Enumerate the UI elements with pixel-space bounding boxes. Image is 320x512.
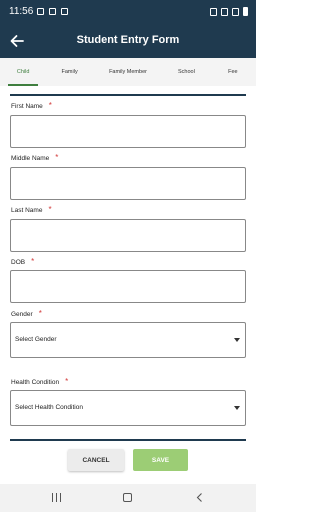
required-mark: * (48, 205, 52, 214)
required-mark: * (31, 257, 35, 266)
do-not-disturb-icon (232, 7, 239, 16)
last-name-label-text: Last Name (11, 207, 43, 214)
dob-label: DOB * (11, 257, 34, 266)
mute-icon (210, 7, 217, 16)
last-name-label: Last Name * (11, 205, 52, 214)
tab-family[interactable]: Family (46, 58, 92, 86)
gender-label: Gender * (11, 309, 42, 318)
save-button[interactable]: SAVE (133, 449, 188, 471)
recents-icon[interactable] (52, 493, 61, 502)
health-condition-select[interactable]: Select Health Condition (10, 390, 246, 426)
gender-select[interactable]: Select Gender (10, 322, 246, 358)
image-icon (37, 8, 44, 15)
home-icon[interactable] (123, 493, 132, 502)
gender-selected-value: Select Gender (15, 336, 57, 343)
first-name-label: First Name * (11, 101, 52, 110)
gender-label-text: Gender (11, 311, 33, 318)
status-icons (210, 7, 248, 16)
health-condition-label-text: Health Condition (11, 379, 60, 386)
first-name-input[interactable] (10, 115, 246, 148)
health-condition-selected-value: Select Health Condition (15, 404, 83, 411)
dropdown-arrow-icon (234, 338, 240, 342)
form-top-divider (10, 94, 246, 96)
middle-name-label: Middle Name * (11, 153, 58, 162)
middle-name-label-text: Middle Name (11, 155, 50, 162)
dob-input[interactable] (10, 270, 246, 303)
required-mark: * (55, 153, 59, 162)
tab-family-member[interactable]: Family Member (93, 58, 163, 86)
battery-icon (243, 7, 248, 16)
status-time: 11:56 (9, 6, 34, 17)
required-mark: * (48, 101, 52, 110)
tab-child[interactable]: Child (0, 58, 46, 86)
tab-fee[interactable]: Fee (210, 58, 256, 86)
required-mark: * (65, 377, 69, 386)
wifi-icon (221, 7, 228, 16)
dob-label-text: DOB (11, 259, 26, 266)
middle-name-input[interactable] (10, 167, 246, 200)
first-name-label-text: First Name (11, 103, 43, 110)
page-title: Student Entry Form (76, 34, 180, 46)
tab-bar: Child Family Family Member School Fee (0, 58, 256, 86)
tab-school[interactable]: School (163, 58, 209, 86)
health-condition-label: Health Condition * (11, 377, 68, 386)
last-name-input[interactable] (10, 219, 246, 252)
save-icon (49, 8, 56, 15)
back-icon[interactable] (196, 493, 203, 502)
notification-icon (61, 8, 68, 15)
dropdown-arrow-icon (234, 406, 240, 410)
required-mark: * (38, 309, 42, 318)
system-nav-bar (0, 484, 256, 512)
form-bottom-divider (10, 439, 246, 441)
cancel-button[interactable]: CANCEL (68, 449, 124, 471)
status-bar: 11:56 (0, 0, 256, 24)
app-bar: Student Entry Form (0, 24, 256, 58)
